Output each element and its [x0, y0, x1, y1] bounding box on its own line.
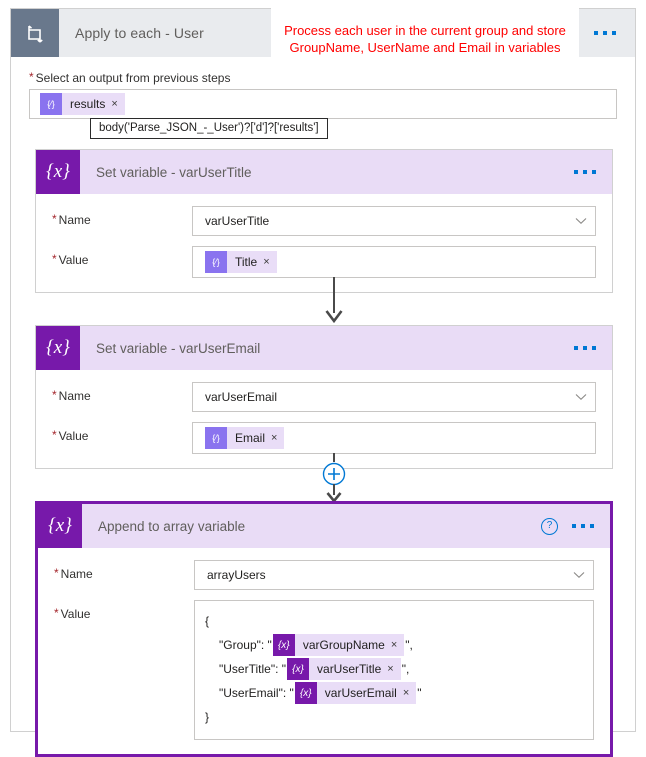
token-label: varUserTitle: [317, 662, 382, 676]
select-output-label: Select an output from previous steps: [29, 71, 617, 85]
card-body: Name arrayUsers Value {: [38, 548, 610, 754]
card-body: Name varUserTitle Value {⁄}: [36, 194, 612, 292]
add-step-button[interactable]: [319, 453, 349, 505]
value-input[interactable]: {⁄} Title ×: [192, 246, 596, 278]
json-suffix: ": [417, 686, 422, 700]
remove-token-icon[interactable]: ×: [111, 98, 124, 110]
select-output-input[interactable]: {⁄} results ×: [29, 89, 617, 119]
token-label: varGroupName: [302, 638, 385, 652]
json-line-useremail: "UserEmail": " {x} varUserEmail × ": [205, 681, 583, 705]
token-chip-email[interactable]: {⁄} Email ×: [205, 427, 285, 449]
value-field-row: Value {⁄} Title ×: [36, 246, 612, 278]
name-label: Name: [52, 382, 192, 403]
token-chip-varuseremail[interactable]: {x} varUserEmail ×: [294, 682, 417, 704]
json-key: "UserTitle": ": [219, 662, 287, 676]
token-chip-varusertitle[interactable]: {x} varUserTitle ×: [287, 658, 401, 680]
token-label: varUserEmail: [324, 686, 397, 700]
name-value: varUserEmail: [205, 390, 278, 404]
card-header[interactable]: {x} Set variable - varUserTitle: [36, 150, 612, 194]
json-suffix: ",: [405, 638, 413, 652]
name-input[interactable]: varUserTitle: [192, 206, 596, 236]
help-icon[interactable]: ?: [541, 517, 558, 535]
name-value: varUserTitle: [205, 214, 270, 228]
card-header[interactable]: {x} Set variable - varUserEmail: [36, 326, 612, 370]
value-input[interactable]: {⁄} Email ×: [192, 422, 596, 454]
token-chip-title[interactable]: {⁄} Title ×: [205, 251, 277, 273]
name-input[interactable]: arrayUsers: [194, 560, 594, 590]
json-close-brace: }: [205, 705, 583, 729]
remove-token-icon[interactable]: ×: [403, 687, 416, 699]
flow-connector-2: [11, 453, 646, 505]
card-title: Set variable - varUserTitle: [96, 164, 252, 180]
chevron-down-icon[interactable]: [575, 214, 587, 228]
expression-tooltip: body('Parse_JSON_-_User')?['d']?['result…: [90, 118, 328, 139]
token-label: Title: [235, 255, 258, 269]
name-field-row: Name arrayUsers: [38, 560, 610, 590]
brace: {: [205, 614, 210, 628]
expression-icon: {⁄}: [205, 251, 227, 273]
remove-token-icon[interactable]: ×: [263, 256, 276, 268]
value-label: Value: [52, 246, 192, 267]
card-menu-button[interactable]: [572, 524, 594, 528]
annotation-note: Process each user in the current group a…: [271, 0, 579, 68]
name-input[interactable]: varUserEmail: [192, 382, 596, 412]
brace: }: [205, 710, 210, 724]
variable-icon: {x}: [294, 682, 317, 704]
token-label: results: [70, 97, 106, 111]
json-line-group: "Group": " {x} varGroupName × ",: [205, 633, 583, 657]
variable-icon: {x}: [287, 658, 310, 680]
ellipsis-icon: [594, 31, 616, 35]
value-label: Value: [52, 422, 192, 443]
remove-token-icon[interactable]: ×: [271, 432, 284, 444]
loop-icon: [11, 9, 59, 57]
value-label: Value: [54, 600, 194, 621]
token-chip-vargroupname[interactable]: {x} varGroupName ×: [272, 634, 405, 656]
value-field-row: Value { "Group": " {x} varGroupName: [38, 600, 610, 740]
remove-token-icon[interactable]: ×: [391, 639, 404, 651]
name-field-row: Name varUserTitle: [36, 206, 612, 236]
set-variable-varuseremail-card[interactable]: {x} Set variable - varUserEmail Name var…: [35, 325, 613, 469]
chevron-down-icon[interactable]: [573, 568, 585, 582]
name-value: arrayUsers: [207, 568, 266, 582]
token-label: Email: [235, 431, 266, 445]
json-key: "Group": ": [219, 638, 272, 652]
set-variable-varusertitle-card[interactable]: {x} Set variable - varUserTitle Name var…: [35, 149, 613, 293]
expression-icon: {⁄}: [205, 427, 227, 449]
name-label: Name: [54, 560, 194, 581]
json-open-brace: {: [205, 609, 583, 633]
variable-icon: {x}: [36, 326, 80, 370]
variable-icon: {x}: [38, 504, 82, 548]
token-chip-results[interactable]: {⁄} results ×: [40, 93, 125, 115]
variable-icon: {x}: [36, 150, 80, 194]
value-json-editor[interactable]: { "Group": " {x} varGroupName × ", "User…: [194, 600, 594, 740]
apply-to-each-menu-button[interactable]: [575, 9, 635, 57]
card-header[interactable]: {x} Append to array variable ?: [38, 504, 610, 548]
card-title: Set variable - varUserEmail: [96, 340, 261, 356]
apply-to-each-card[interactable]: Apply to each - User Select an output fr…: [10, 8, 636, 757]
card-menu-button[interactable]: [574, 170, 596, 174]
chevron-down-icon[interactable]: [575, 390, 587, 404]
json-line-usertitle: "UserTitle": " {x} varUserTitle × ",: [205, 657, 583, 681]
expression-icon: {⁄}: [40, 93, 62, 115]
remove-token-icon[interactable]: ×: [387, 663, 400, 675]
json-suffix: ",: [401, 662, 410, 676]
card-title: Append to array variable: [98, 518, 246, 534]
variable-icon: {x}: [272, 634, 295, 656]
card-menu-button[interactable]: [574, 346, 596, 350]
append-to-array-variable-card[interactable]: {x} Append to array variable ? Name arra…: [35, 501, 613, 757]
name-field-row: Name varUserEmail: [36, 382, 612, 412]
name-label: Name: [52, 206, 192, 227]
value-field-row: Value {⁄} Email ×: [36, 422, 612, 454]
json-key: "UserEmail": ": [219, 686, 294, 700]
